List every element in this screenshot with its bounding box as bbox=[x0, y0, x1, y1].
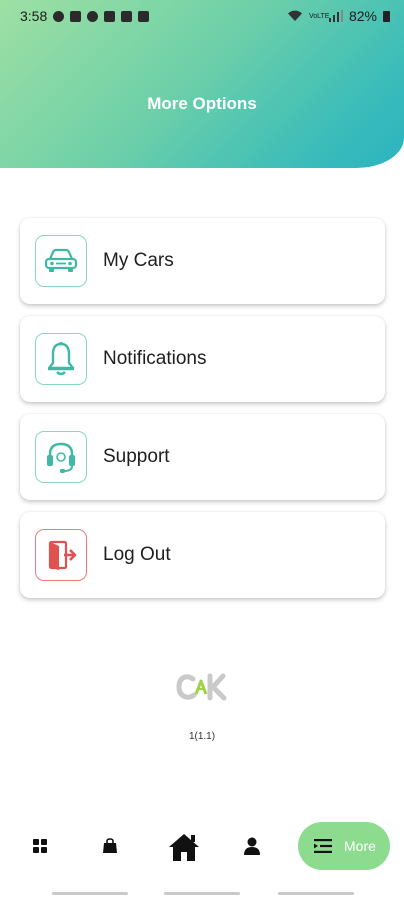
notifications-icon-box bbox=[35, 333, 87, 385]
my-cars-option[interactable]: My Cars bbox=[20, 218, 385, 304]
my-cars-icon-box bbox=[35, 235, 87, 287]
notification-icon bbox=[70, 10, 82, 22]
support-label: Support bbox=[103, 446, 170, 467]
nav-more-label: More bbox=[344, 838, 376, 854]
grid-icon bbox=[33, 839, 47, 853]
headset-icon bbox=[47, 442, 75, 473]
system-recents-indicator[interactable] bbox=[52, 892, 128, 895]
car-icon bbox=[44, 248, 78, 272]
options-menu: My Cars Notifications Support Log Out bbox=[20, 218, 385, 610]
logout-label: Log Out bbox=[103, 544, 171, 565]
battery-icon bbox=[383, 10, 390, 22]
bottom-navigation: More bbox=[0, 816, 404, 878]
header-banner: 3:58 VoLTE 82% More Options bbox=[0, 0, 404, 168]
notification-icon bbox=[87, 10, 99, 22]
app-logo bbox=[0, 672, 404, 707]
page-title: More Options bbox=[147, 94, 257, 113]
status-bar-left: 3:58 bbox=[20, 8, 150, 24]
system-back-indicator[interactable] bbox=[278, 892, 354, 895]
nav-more-button[interactable]: More bbox=[298, 822, 390, 870]
gallery-icon bbox=[121, 10, 133, 22]
my-cars-label: My Cars bbox=[103, 250, 174, 271]
notifications-option[interactable]: Notifications bbox=[20, 316, 385, 402]
nav-shop-button[interactable] bbox=[96, 832, 124, 860]
system-navigation-bar bbox=[0, 878, 404, 900]
nav-dashboard-button[interactable] bbox=[26, 832, 54, 860]
status-bar-right: VoLTE 82% bbox=[287, 8, 390, 24]
logout-door-icon bbox=[48, 540, 77, 570]
network-label: VoLTE bbox=[308, 12, 330, 20]
nav-profile-button[interactable] bbox=[238, 832, 266, 860]
home-icon bbox=[169, 834, 199, 861]
logout-option[interactable]: Log Out bbox=[20, 512, 385, 598]
app-version: 1(1.1) bbox=[188, 731, 216, 742]
notification-icon bbox=[138, 10, 150, 22]
battery-percent: 82% bbox=[348, 8, 377, 24]
signal-icon bbox=[328, 10, 343, 22]
status-time: 3:58 bbox=[20, 8, 48, 24]
shopping-bag-icon bbox=[103, 838, 117, 853]
bell-icon bbox=[47, 341, 75, 376]
menu-list-icon bbox=[314, 839, 332, 853]
nav-home-button[interactable] bbox=[166, 830, 202, 864]
cak-logo-icon bbox=[176, 673, 227, 701]
whatsapp-icon bbox=[53, 10, 65, 22]
more-options-screen: 3:58 VoLTE 82% More Options My Cars Noti… bbox=[0, 0, 404, 900]
wifi-icon bbox=[287, 10, 302, 21]
user-icon bbox=[244, 837, 260, 855]
notification-icon bbox=[104, 10, 116, 22]
support-option[interactable]: Support bbox=[20, 414, 385, 500]
logout-icon-box bbox=[35, 529, 87, 581]
system-home-indicator[interactable] bbox=[164, 892, 240, 895]
status-bar: 3:58 VoLTE 82% bbox=[0, 0, 404, 32]
notifications-label: Notifications bbox=[103, 348, 207, 369]
support-icon-box bbox=[35, 431, 87, 483]
